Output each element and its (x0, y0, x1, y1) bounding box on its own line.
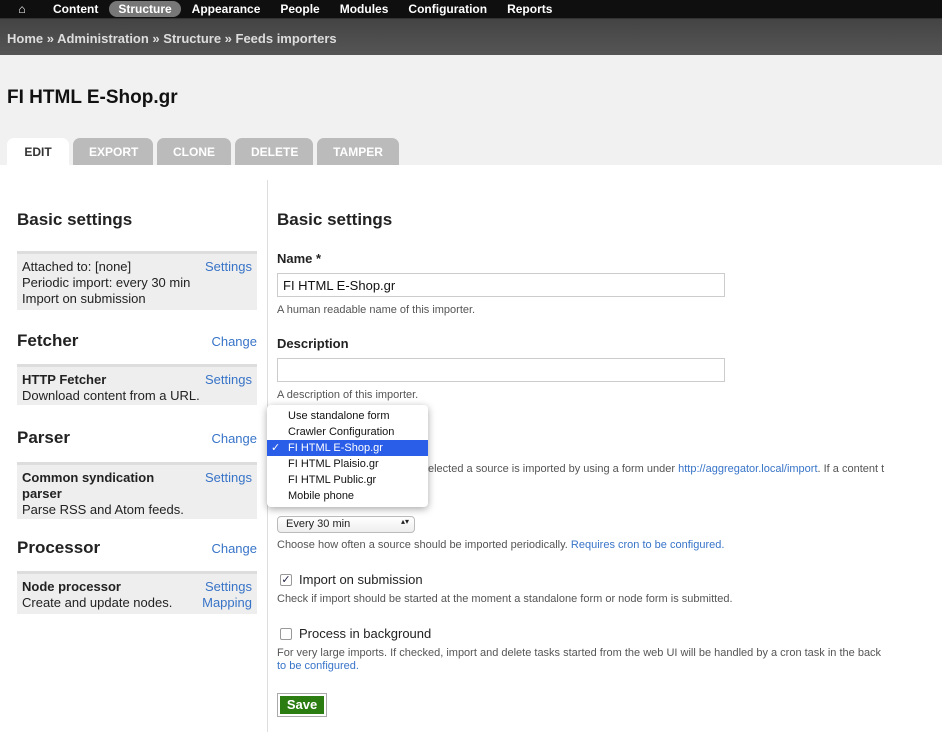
attach-text: elected a source is imported by using a … (428, 463, 676, 475)
fetcher-name: HTTP Fetcher (22, 372, 107, 387)
fetcher-box: Settings HTTP Fetcher Download content f… (17, 364, 257, 405)
heading-text: Processor (17, 538, 101, 557)
toolbar-content[interactable]: Content (44, 1, 107, 17)
option-label: FI HTML E-Shop.gr (288, 442, 383, 454)
cron-config-link[interactable]: to be configured. (277, 660, 359, 672)
heading-text: Fetcher (17, 331, 79, 350)
periodic-desc-text: Choose how often a source should be impo… (277, 539, 568, 551)
parser-name: Common syndication parser (22, 470, 155, 501)
dropdown-option[interactable]: FI HTML Plaisio.gr (267, 456, 428, 472)
import-on-submission-label[interactable]: Import on submission (299, 572, 423, 587)
periodic-value: Every 30 min (286, 518, 351, 530)
periodic-import-select[interactable]: Every 30 min ▴▾ (277, 516, 415, 533)
description-label: Description (277, 336, 349, 351)
toolbar-appearance[interactable]: Appearance (183, 1, 270, 17)
dropdown-option-selected[interactable]: ✓ FI HTML E-Shop.gr (267, 440, 428, 456)
tab-clone[interactable]: CLONE (157, 138, 231, 165)
import-on-submission: Import on submission (22, 291, 146, 306)
description-help: A description of this importer. (277, 389, 419, 401)
save-button[interactable]: Save (277, 693, 327, 717)
parser-box: Settings Common syndication parser Parse… (17, 462, 257, 519)
name-input[interactable]: FI HTML E-Shop.gr (277, 273, 725, 297)
name-description: A human readable name of this importer. (277, 304, 476, 316)
importer-dropdown-menu: Use standalone form Crawler Configuratio… (267, 405, 428, 507)
dropdown-option[interactable]: Use standalone form (267, 408, 428, 424)
fetcher-settings-link[interactable]: Settings (205, 372, 252, 388)
sidebar: Basic settings Settings Attached to: [no… (17, 180, 257, 614)
periodic-import: Periodic import: every 30 min (22, 275, 191, 290)
parser-desc: Parse RSS and Atom feeds. (22, 502, 184, 517)
attach-description: elected a source is imported by using a … (428, 463, 884, 475)
dropdown-option[interactable]: FI HTML Public.gr (267, 472, 428, 488)
periodic-description: Choose how often a source should be impo… (277, 539, 724, 551)
processor-change-link[interactable]: Change (211, 541, 257, 556)
cron-link[interactable]: Requires cron to be configured. (571, 539, 724, 551)
processor-box: Settings Mapping Node processor Create an… (17, 571, 257, 614)
heading-text: Basic settings (17, 210, 133, 229)
select-arrows-icon: ▴▾ (400, 517, 409, 526)
heading-text: Parser (17, 428, 70, 447)
page-title: FI HTML E-Shop.gr (7, 87, 178, 108)
processor-heading: Processor Change (17, 538, 257, 558)
processor-mapping-link[interactable]: Mapping (202, 595, 252, 611)
check-icon: ✓ (271, 442, 281, 454)
settings-form: Basic settings Name * FI HTML E-Shop.gr … (277, 0, 942, 732)
name-label: Name * (277, 251, 322, 266)
dropdown-option[interactable]: Mobile phone (267, 488, 428, 504)
import-link[interactable]: http://aggregator.local/import (678, 463, 817, 475)
attach-tail: . If a content t (817, 463, 885, 475)
basic-settings-link[interactable]: Settings (205, 259, 252, 275)
parser-heading: Parser Change (17, 428, 257, 448)
fetcher-desc: Download content from a URL. (22, 388, 200, 403)
form-heading: Basic settings (277, 210, 393, 229)
import-on-submission-checkbox[interactable]: ✓ (280, 574, 292, 586)
save-label: Save (280, 696, 324, 714)
processor-settings-link[interactable]: Settings (202, 579, 252, 595)
parser-change-link[interactable]: Change (211, 431, 257, 446)
home-icon[interactable]: ⌂ (0, 2, 44, 16)
import-on-submission-desc: Check if import should be started at the… (277, 593, 733, 605)
toolbar-structure[interactable]: Structure (109, 1, 181, 17)
process-background-checkbox[interactable] (280, 628, 292, 640)
process-background-label[interactable]: Process in background (299, 626, 431, 641)
fetcher-change-link[interactable]: Change (211, 334, 257, 349)
description-input[interactable] (277, 358, 725, 382)
parser-settings-link[interactable]: Settings (205, 470, 252, 486)
process-background-desc: For very large imports. If checked, impo… (277, 647, 882, 659)
basic-settings-box: Settings Attached to: [none] Periodic im… (17, 251, 257, 310)
tab-edit[interactable]: EDIT (7, 138, 69, 165)
processor-name: Node processor (22, 579, 121, 594)
fetcher-heading: Fetcher Change (17, 331, 257, 351)
sidebar-basic-heading: Basic settings (17, 210, 257, 230)
dropdown-option[interactable]: Crawler Configuration (267, 424, 428, 440)
tab-export[interactable]: EXPORT (73, 138, 153, 165)
